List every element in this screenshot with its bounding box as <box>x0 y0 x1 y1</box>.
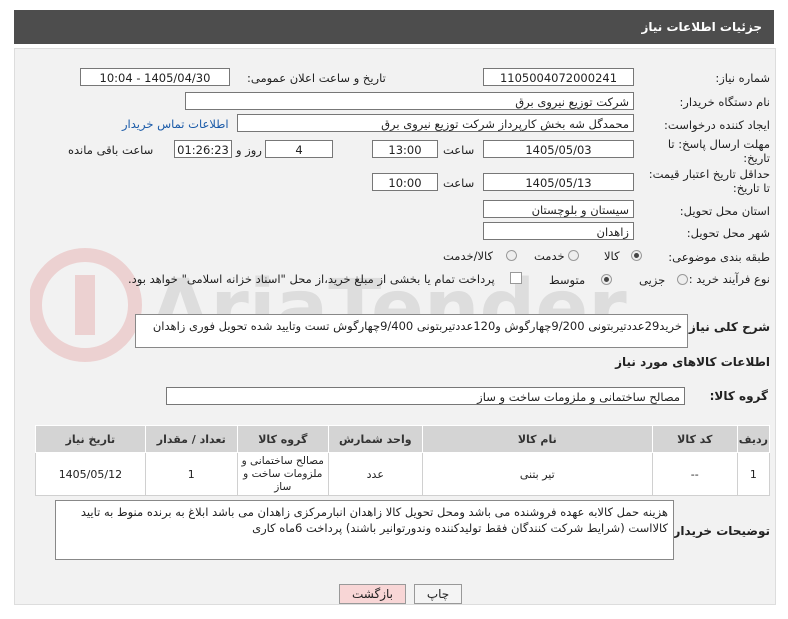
goods-info-title: اطلاعات کالاهای مورد نیاز <box>615 355 770 369</box>
validity-time-field: 10:00 <box>372 173 438 191</box>
category-radio-goods[interactable] <box>631 250 642 261</box>
col-need-date: تاریخ نیاز <box>35 425 146 453</box>
buyer-notes-field: هزینه حمل کالابه عهده فروشنده می باشد وم… <box>55 500 674 560</box>
city-label: شهر محل تحویل: <box>686 226 770 240</box>
cell-goods-name: تیر بتنی <box>421 452 653 496</box>
buyer-org-label: نام دستگاه خریدار: <box>679 95 770 109</box>
need-number-label: شماره نیاز: <box>715 71 770 85</box>
col-quantity: تعداد / مقدار <box>144 425 238 453</box>
goods-table-header: ردیف کد کالا نام کالا واحد شمارش گروه کا… <box>35 425 771 453</box>
payment-note: پرداخت تمام یا بخشی از مبلغ خرید،از محل … <box>128 272 495 286</box>
col-goods-name: نام کالا <box>421 425 653 453</box>
category-radio-service[interactable] <box>568 250 579 261</box>
deadline-time-label: ساعت <box>443 143 475 157</box>
city-field: زاهدان <box>483 222 634 240</box>
process-radio-medium[interactable] <box>601 274 612 285</box>
cell-quantity: 1 <box>144 452 238 496</box>
print-button[interactable]: چاپ <box>414 584 462 604</box>
category-label: طبقه بندی موضوعی: <box>668 250 770 264</box>
cell-need-date: 1405/05/12 <box>35 452 146 496</box>
process-radio-minor[interactable] <box>677 274 688 285</box>
col-goods-code: کد کالا <box>651 425 738 453</box>
remaining-time-field: 01:26:23 <box>174 140 232 158</box>
process-option-minor: جزیی <box>639 273 666 287</box>
description-field: خرید29عددتیربتونی 9/200چهارگوش و120عددتی… <box>135 314 688 348</box>
col-unit: واحد شمارش <box>327 425 423 453</box>
requester-label: ایجاد کننده درخواست: <box>664 118 770 132</box>
days-label: روز و <box>236 143 262 157</box>
category-radio-both[interactable] <box>506 250 517 261</box>
category-option-service: خدمت <box>534 249 565 263</box>
category-option-goods: کالا <box>604 249 620 263</box>
goods-group-field: مصالح ساختمانی و ملزومات ساخت و ساز <box>166 387 685 405</box>
cell-goods-code: -- <box>651 452 738 496</box>
category-option-both: کالا/خدمت <box>443 249 494 263</box>
page-title: جزئیات اطلاعات نیاز <box>641 20 762 34</box>
province-field: سیستان و بلوچستان <box>483 200 634 218</box>
goods-table: ردیف کد کالا نام کالا واحد شمارش گروه کا… <box>35 425 771 496</box>
col-row-number: ردیف <box>736 425 771 453</box>
validity-time-label: ساعت <box>443 176 475 190</box>
announce-label: تاریخ و ساعت اعلان عمومی: <box>247 71 386 85</box>
validity-label: حداقل تاریخ اعتبار قیمت: تا تاریخ: <box>648 167 770 195</box>
description-label: شرح کلی نیاز: <box>684 320 770 334</box>
back-button[interactable]: بازگشت <box>339 584 406 604</box>
cell-unit: عدد <box>327 452 423 496</box>
deadline-time-field: 13:00 <box>372 140 438 158</box>
validity-date-field: 1405/05/13 <box>483 173 634 191</box>
deadline-label: مهلت ارسال پاسخ: تا تاریخ: <box>667 137 770 165</box>
need-number-field: 1105004072000241 <box>483 68 634 86</box>
page-header: جزئیات اطلاعات نیاز <box>14 10 774 44</box>
deadline-date-field: 1405/05/03 <box>483 140 634 158</box>
table-row: 1 -- تیر بتنی عدد مصالح ساختمانی و ملزوم… <box>35 452 771 496</box>
process-label: نوع فرآیند خرید : <box>688 272 770 286</box>
days-field: 4 <box>265 140 333 158</box>
col-goods-group: گروه کالا <box>236 425 329 453</box>
cell-row-number: 1 <box>736 452 771 496</box>
remaining-label: ساعت باقی مانده <box>68 143 154 157</box>
province-label: استان محل تحویل: <box>679 204 770 218</box>
buyer-notes-label: توضیحات خریدار: <box>668 524 770 538</box>
buyer-org-field: شرکت توزیع نیروی برق <box>185 92 634 110</box>
goods-group-label: گروه کالا: <box>709 389 768 403</box>
requester-field: محمدگل شه بخش کارپرداز شرکت توزیع نیروی … <box>237 114 634 132</box>
process-option-medium: متوسط <box>549 273 586 287</box>
cell-goods-group: مصالح ساختمانی و ملزومات ساخت و ساز <box>236 452 329 496</box>
buyer-contact-link[interactable]: اطلاعات تماس خریدار <box>122 117 229 131</box>
treasury-payment-checkbox[interactable] <box>510 272 522 284</box>
announce-field: 1405/04/30 - 10:04 <box>80 68 230 86</box>
